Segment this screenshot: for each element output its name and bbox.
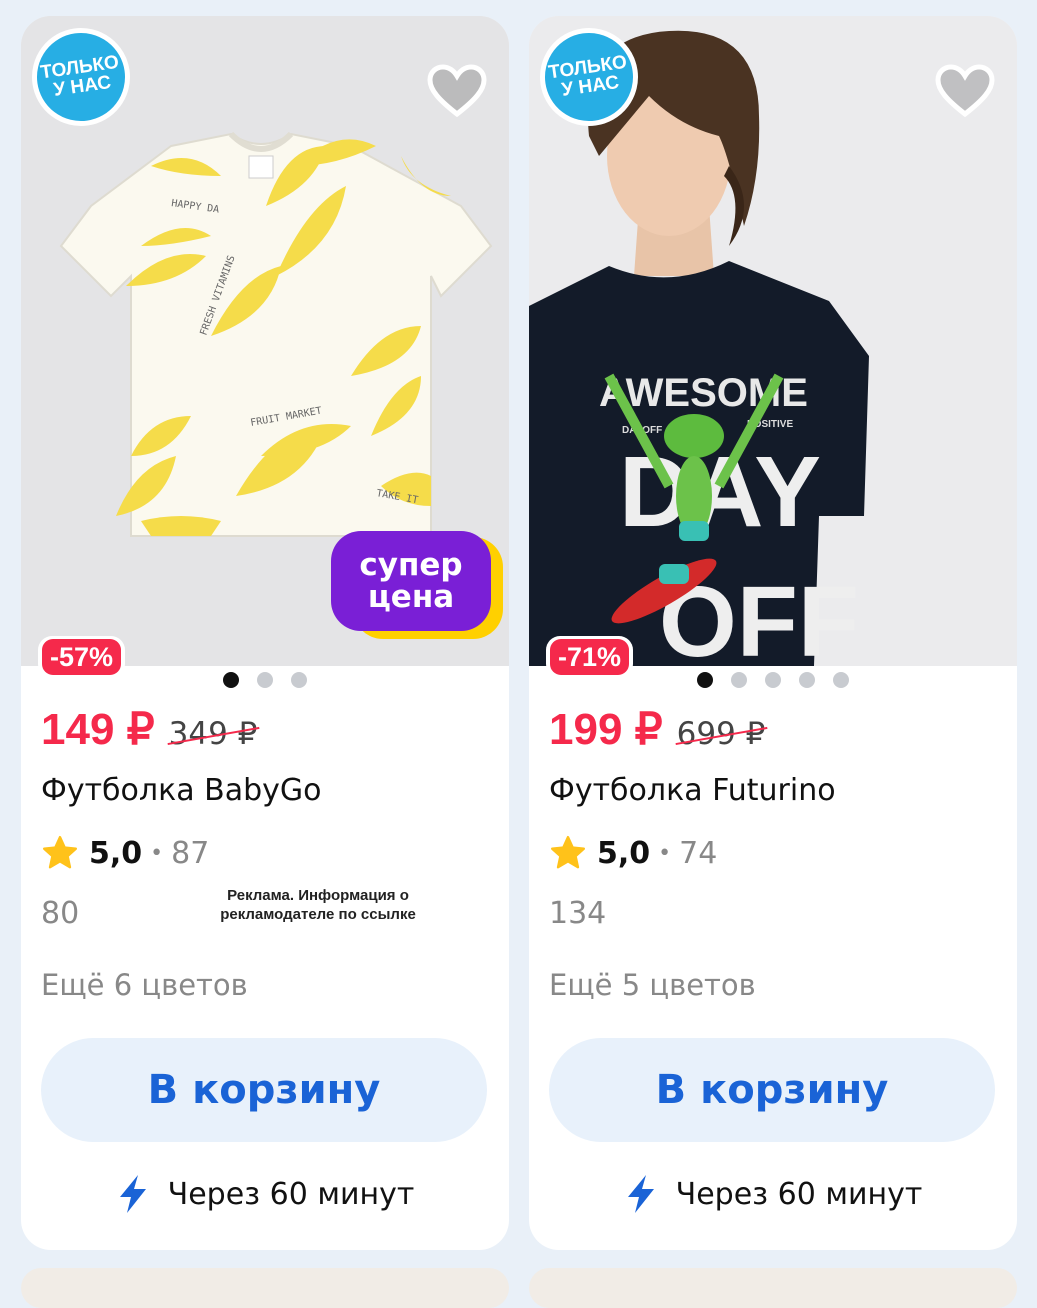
pager-dot[interactable] (223, 672, 239, 688)
delivery-info: Через 60 минут (529, 1174, 1017, 1214)
super-price-text: супер цена (359, 547, 463, 615)
pager-dot[interactable] (833, 672, 849, 688)
add-to-cart-button[interactable]: В корзину (41, 1038, 487, 1142)
rating-row: 5,0 • 87 (41, 834, 209, 872)
old-price: 699 ₽ (676, 716, 766, 752)
reviews-count: 87 (171, 835, 210, 871)
rating-row: 5,0 • 74 (549, 834, 717, 872)
lightning-icon (119, 1175, 146, 1213)
rating-value: 5,0 (597, 835, 651, 871)
stock-count: 80 (41, 896, 80, 931)
star-icon (42, 835, 78, 869)
price-row: 199 ₽ 699 ₽ (549, 704, 765, 755)
current-price: 149 ₽ (41, 705, 155, 754)
image-pager[interactable] (697, 672, 849, 688)
ad-disclaimer[interactable]: Реклама. Информация о рекламодателе по с… (217, 886, 419, 924)
rating-value: 5,0 (89, 835, 143, 871)
product-title[interactable]: Футболка BabyGo (41, 773, 322, 808)
discount-text: -71% (550, 639, 630, 675)
pager-dot[interactable] (257, 672, 273, 688)
add-to-cart-button[interactable]: В корзину (549, 1038, 995, 1142)
more-colors[interactable]: Ещё 6 цветов (41, 968, 248, 1002)
super-price-badge: супер цена (331, 531, 503, 639)
lightning-icon (627, 1175, 654, 1213)
discount-badge: -57% (38, 636, 126, 678)
price-row: 149 ₽ 349 ₽ (41, 704, 257, 755)
old-price: 349 ₽ (168, 716, 258, 752)
next-card-peek (21, 1268, 509, 1308)
image-pager[interactable] (223, 672, 307, 688)
delivery-text: Через 60 минут (675, 1176, 923, 1212)
pager-dot[interactable] (697, 672, 713, 688)
stock-count: 134 (549, 896, 607, 931)
heart-icon[interactable] (427, 64, 487, 118)
pager-dot[interactable] (291, 672, 307, 688)
current-price: 199 ₽ (549, 705, 663, 754)
reviews-count: 74 (679, 835, 718, 871)
product-image[interactable]: AWESOME DAYOFF POSITIVE DAY OFF ТОЛЬКО У… (529, 16, 1017, 666)
next-card-peek (529, 1268, 1017, 1308)
discount-badge: -71% (546, 636, 634, 678)
separator-dot: • (658, 840, 672, 866)
separator-dot: • (150, 840, 164, 866)
delivery-text: Через 60 минут (167, 1176, 415, 1212)
product-image[interactable]: HAPPY DA FRESH VITAMINS FRUIT MARKET TAK… (21, 16, 509, 666)
exclusive-badge-text: ТОЛЬКО У НАС (39, 51, 121, 101)
delivery-info: Через 60 минут (21, 1174, 509, 1214)
star-icon (550, 835, 586, 869)
pager-dot[interactable] (799, 672, 815, 688)
more-colors[interactable]: Ещё 5 цветов (549, 968, 756, 1002)
pager-dot[interactable] (731, 672, 747, 688)
product-card[interactable]: AWESOME DAYOFF POSITIVE DAY OFF ТОЛЬКО У… (529, 16, 1017, 1250)
product-title[interactable]: Футболка Futurino (549, 773, 836, 808)
exclusive-badge-text: ТОЛЬКО У НАС (547, 51, 629, 101)
discount-text: -57% (42, 639, 122, 675)
heart-icon[interactable] (935, 64, 995, 118)
pager-dot[interactable] (765, 672, 781, 688)
product-card[interactable]: HAPPY DA FRESH VITAMINS FRUIT MARKET TAK… (21, 16, 509, 1250)
